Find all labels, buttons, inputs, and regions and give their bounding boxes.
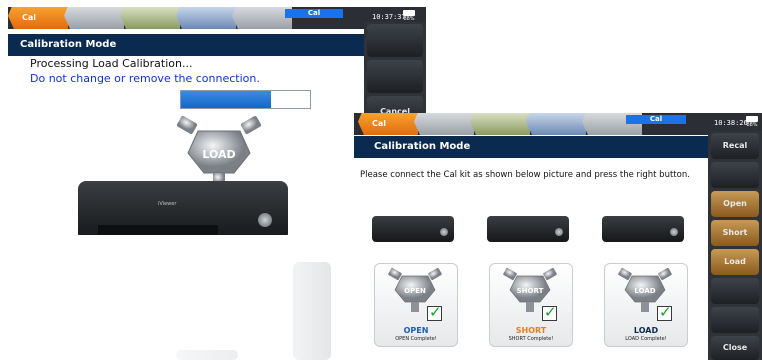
battery-percent: 88% <box>746 122 758 128</box>
check-icon: ✓ <box>542 303 557 321</box>
calibration-complete-screen: Cal Cal 10:38:26 88% Calibration Mode Pl… <box>354 113 762 360</box>
softkey-2[interactable] <box>711 162 759 188</box>
tab-2[interactable] <box>64 7 124 29</box>
device-knob-icon <box>440 228 448 236</box>
tab-5[interactable] <box>232 7 292 29</box>
device-knob-icon <box>555 228 563 236</box>
battery-indicator: 88% <box>744 116 760 130</box>
tab-2[interactable] <box>414 113 474 135</box>
cal-kit-open: OPEN ✓ OPEN OPEN Complete! <box>374 263 458 347</box>
device-logo: iViewer <box>158 201 177 207</box>
check-icon: ✓ <box>427 303 442 321</box>
calibration-progress-bar <box>180 90 311 109</box>
softkey-1[interactable] <box>367 24 423 57</box>
progress-fill <box>181 91 272 108</box>
close-button[interactable]: Close <box>711 336 759 360</box>
tab-label: Cal <box>372 119 387 128</box>
tab-3[interactable] <box>470 113 530 135</box>
kit-status: LOAD Complete! <box>625 336 667 342</box>
clock: 10:38:26 <box>714 119 748 127</box>
analyzer-device-short <box>487 216 569 242</box>
tab-strip: Cal <box>8 7 292 29</box>
connector-label: LOAD <box>202 148 235 161</box>
analyzer-device-open <box>372 216 454 242</box>
connector-label: OPEN <box>404 287 426 295</box>
tab-cal[interactable]: Cal <box>8 7 68 29</box>
cal-kit-load: LOAD ✓ LOAD LOAD Complete! <box>604 263 688 347</box>
kit-name: SHORT <box>515 326 547 335</box>
kit-name: OPEN <box>403 326 429 335</box>
mode-badge: Cal <box>626 115 686 124</box>
mode-badge: Cal <box>285 9 343 18</box>
softkey-2[interactable] <box>367 60 423 93</box>
open-button[interactable]: Open <box>711 191 759 217</box>
device-screen <box>98 225 218 235</box>
device-knob-icon <box>670 228 678 236</box>
tab-4[interactable] <box>176 7 236 29</box>
tab-3[interactable] <box>120 7 180 29</box>
softkey-7[interactable] <box>711 307 759 333</box>
warning-message: Do not change or remove the connection. <box>30 72 260 85</box>
softkey-6[interactable] <box>711 278 759 304</box>
tab-strip: Cal <box>358 113 642 135</box>
background-object <box>293 262 331 360</box>
instruction-text: Please connect the Cal kit as shown belo… <box>360 170 690 180</box>
cal-kit-short: SHORT ✓ SHORT SHORT Complete! <box>489 263 573 347</box>
kit-status: OPEN Complete! <box>395 336 437 342</box>
tab-4[interactable] <box>526 113 586 135</box>
kit-status: SHORT Complete! <box>508 336 554 342</box>
connector-label: LOAD <box>634 287 655 295</box>
check-icon: ✓ <box>657 303 672 321</box>
tab-label: Cal <box>22 13 37 22</box>
analyzer-device-load <box>602 216 684 242</box>
background-object <box>176 350 238 360</box>
analyzer-device: iViewer <box>78 181 288 235</box>
load-button[interactable]: Load <box>711 249 759 275</box>
connector-label: SHORT <box>517 287 544 295</box>
device-knob-icon <box>258 213 272 227</box>
page-title: Calibration Mode <box>8 34 364 56</box>
recal-button[interactable]: Recal <box>711 133 759 159</box>
kit-name: LOAD <box>633 326 659 335</box>
processing-message: Processing Load Calibration... <box>30 57 193 70</box>
page-title: Calibration Mode <box>354 136 708 158</box>
short-button[interactable]: Short <box>711 220 759 246</box>
tab-cal[interactable]: Cal <box>358 113 418 135</box>
softkey-panel: Recal Open Short Load Close <box>708 131 762 360</box>
